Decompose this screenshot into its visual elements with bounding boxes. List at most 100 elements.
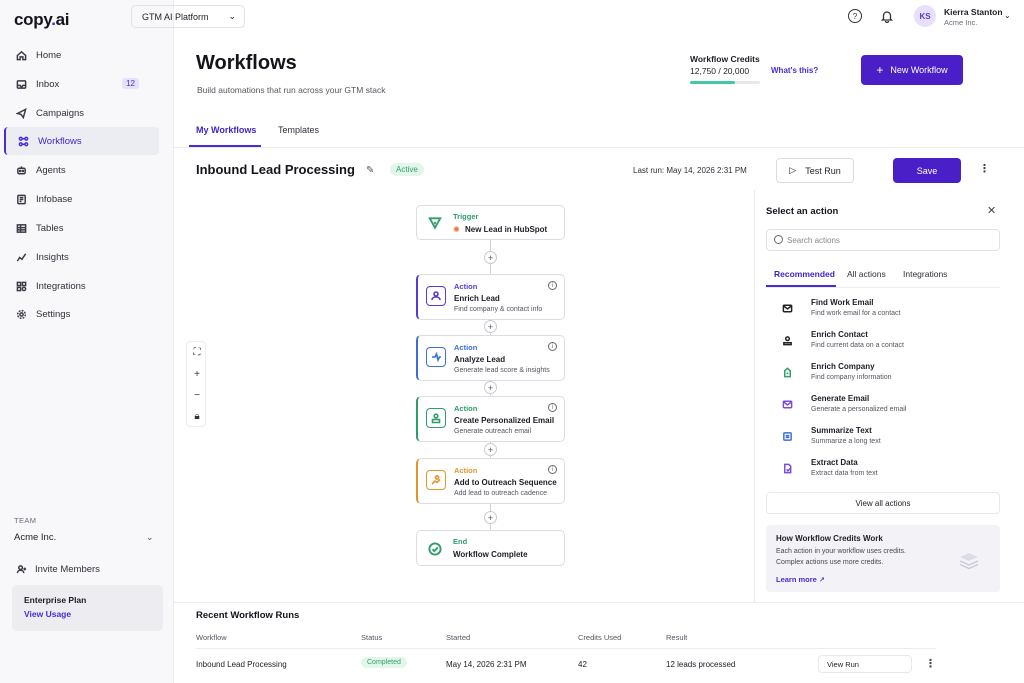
- node-description: Add lead to outreach cadence: [454, 490, 548, 497]
- action-title: Find Work Email: [811, 298, 874, 307]
- workflow-name[interactable]: Inbound Lead Processing: [196, 162, 355, 177]
- add-step-button[interactable]: +: [484, 320, 497, 333]
- platform-selector[interactable]: GTM AI Platform ⌄: [131, 5, 245, 28]
- workflow-node-end[interactable]: End Workflow Complete: [416, 530, 565, 566]
- sidebar-item-inbox[interactable]: Inbox 12: [4, 70, 159, 98]
- add-step-button[interactable]: +: [484, 381, 497, 394]
- tab-recommended[interactable]: Recommended: [774, 269, 835, 279]
- help-icon[interactable]: ?: [848, 9, 862, 23]
- column-header-result: Result: [666, 633, 688, 642]
- user-name[interactable]: Kierra Stanton: [944, 7, 1003, 17]
- database-icon: [17, 194, 26, 204]
- node-name: Analyze Lead: [454, 355, 506, 364]
- close-icon[interactable]: ✕: [987, 204, 996, 217]
- sidebar-item-infobase[interactable]: Infobase: [4, 185, 159, 213]
- new-workflow-label: New Workflow: [890, 65, 948, 75]
- sidebar-item-agents[interactable]: Agents: [4, 156, 159, 184]
- zoom-out-icon[interactable]: −: [187, 385, 207, 405]
- page-subtitle: Build automations that run across your G…: [197, 85, 386, 95]
- avatar[interactable]: KS: [914, 5, 936, 27]
- action-item-enrich-company[interactable]: Enrich Company Find company information: [766, 359, 1000, 389]
- view-usage-link[interactable]: View Usage: [24, 609, 151, 619]
- info-icon[interactable]: i: [548, 342, 557, 351]
- action-item-find-work-email[interactable]: Find Work Email Find work email for a co…: [766, 295, 1000, 325]
- bell-icon[interactable]: [880, 9, 894, 23]
- action-title: Enrich Contact: [811, 330, 868, 339]
- action-description: Find current data on a contact: [811, 342, 904, 349]
- action-item-enrich-contact[interactable]: Enrich Contact Find current data on a co…: [766, 327, 1000, 357]
- workflow-node-sequence[interactable]: Action Add to Outreach Sequence Add lead…: [416, 458, 565, 504]
- sidebar-item-label: Home: [36, 49, 62, 61]
- brand-logo[interactable]: copy.ai: [14, 10, 70, 30]
- stack-illustration-icon: [959, 553, 979, 570]
- test-run-button[interactable]: ▷ Test Run: [776, 158, 854, 183]
- add-step-button[interactable]: +: [484, 251, 497, 264]
- action-item-extract-data[interactable]: Extract Data Extract data from text: [766, 455, 1000, 485]
- action-title: Generate Email: [811, 394, 870, 403]
- action-item-summarize-text[interactable]: Summarize Text Summarize a long text: [766, 423, 1000, 453]
- inbox-count-badge: 12: [122, 78, 139, 89]
- fit-view-icon[interactable]: ⛶: [187, 342, 207, 362]
- outreach-sequence-icon: [426, 470, 446, 490]
- plus-icon: +: [876, 63, 884, 77]
- tab-templates[interactable]: Templates: [278, 125, 319, 135]
- extract-icon: [779, 460, 795, 476]
- pencil-icon[interactable]: ✎: [366, 165, 374, 176]
- info-icon[interactable]: i: [548, 281, 557, 290]
- run-workflow-name[interactable]: Inbound Lead Processing: [196, 660, 287, 669]
- sidebar-item-integrations[interactable]: Integrations: [4, 272, 159, 300]
- lock-icon[interactable]: 🔒︎: [187, 406, 207, 426]
- workflow-node-email[interactable]: Action Create Personalized Email Generat…: [416, 396, 565, 442]
- column-header-workflow: Workflow: [196, 633, 227, 642]
- add-step-button[interactable]: +: [484, 443, 497, 456]
- action-item-generate-email[interactable]: Generate Email Generate a personalized e…: [766, 391, 1000, 421]
- home-icon: [16, 50, 27, 60]
- sidebar-item-settings[interactable]: Settings: [4, 300, 159, 328]
- action-title: Extract Data: [811, 458, 858, 467]
- add-step-button[interactable]: +: [484, 511, 497, 524]
- sidebar-item-tables[interactable]: Tables: [4, 214, 159, 242]
- view-run-button[interactable]: View Run: [818, 655, 912, 673]
- help-title: How Workflow Credits Work: [776, 534, 883, 543]
- credits-progress-bar: [690, 81, 760, 84]
- action-description: Find work email for a contact: [811, 310, 901, 317]
- credits-help-card: How Workflow Credits Work Each action in…: [766, 525, 1000, 592]
- chevron-down-icon[interactable]: ⌄: [1004, 11, 1011, 20]
- node-name: Workflow Complete: [453, 550, 528, 559]
- sidebar-item-insights[interactable]: Insights: [4, 243, 159, 271]
- team-selector[interactable]: Acme Inc.: [14, 532, 56, 543]
- sidebar-item-workflows[interactable]: Workflows: [4, 127, 159, 155]
- node-description: Find company & contact info: [454, 306, 543, 313]
- enrich-lead-icon: [426, 286, 446, 306]
- status-badge: Active: [390, 163, 424, 176]
- sidebar-item-home[interactable]: Home: [4, 41, 159, 69]
- tab-all-actions[interactable]: All actions: [847, 269, 886, 279]
- workflow-node-trigger[interactable]: Trigger New Lead in HubSpot ✺: [416, 205, 565, 240]
- more-options-icon[interactable]: ⋮: [979, 162, 990, 175]
- view-all-actions-button[interactable]: View all actions: [766, 492, 1000, 514]
- new-workflow-button[interactable]: + New Workflow: [861, 55, 963, 85]
- workflow-node-enrich[interactable]: Action Enrich Lead Find company & contac…: [416, 274, 565, 320]
- search-input[interactable]: Search actions: [766, 229, 1000, 251]
- sidebar-item-label: Campaigns: [36, 107, 85, 119]
- whats-this-link[interactable]: What's this?: [771, 66, 818, 75]
- workflow-node-analyze[interactable]: Action Analyze Lead Generate lead score …: [416, 335, 565, 381]
- search-icon: [774, 235, 783, 244]
- tab-integrations[interactable]: Integrations: [903, 269, 947, 279]
- invite-members-button[interactable]: Invite Members: [16, 564, 100, 575]
- inbox-icon: [16, 79, 27, 89]
- panel-title: Select an action: [766, 206, 839, 217]
- info-icon[interactable]: i: [548, 465, 557, 474]
- sidebar-item-campaigns[interactable]: Campaigns: [4, 99, 159, 127]
- more-options-icon[interactable]: ⋮: [925, 657, 936, 670]
- save-button[interactable]: Save: [893, 158, 961, 183]
- tab-my-workflows[interactable]: My Workflows: [196, 125, 256, 135]
- chevron-down-icon[interactable]: ⌄: [146, 532, 154, 543]
- learn-more-link[interactable]: Learn more ↗: [776, 575, 825, 584]
- gear-icon: [16, 309, 27, 319]
- zoom-in-icon[interactable]: +: [187, 364, 207, 384]
- info-icon[interactable]: i: [548, 403, 557, 412]
- node-kind: End: [453, 537, 468, 546]
- play-icon: ▷: [789, 165, 797, 175]
- chart-icon: [16, 252, 27, 262]
